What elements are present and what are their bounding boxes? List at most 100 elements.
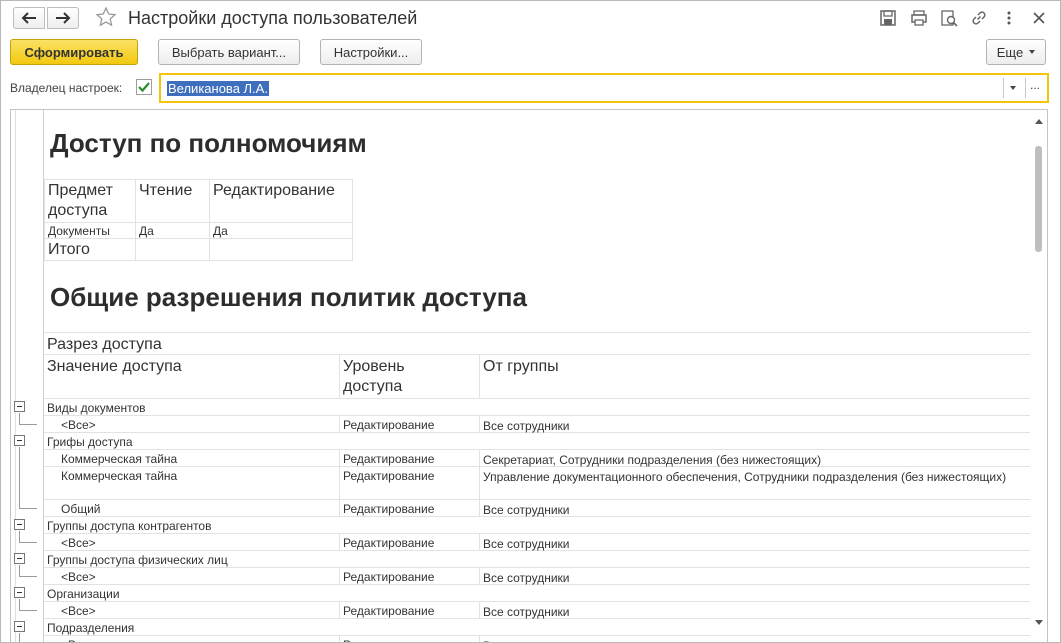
collapse-group-icon[interactable] [14,587,25,598]
chevron-down-icon [1029,50,1036,54]
settings-owner-label: Владелец настроек: [10,81,123,95]
column-divider [479,467,480,499]
table-row: <Все> Редактирование Все сотрудники [44,568,1032,585]
column-divider [339,602,340,618]
from-group: Секретариат, Сотрудники подразделения (б… [483,453,822,467]
header-cell: Редактирование [209,179,353,223]
scroll-up-arrow-icon[interactable] [1035,119,1043,124]
select-ellipsis-button[interactable]: ... [1030,78,1040,92]
table-total-row: Итого [44,238,353,261]
table-row: <Все> Редактирование Все сотрудники [44,416,1032,433]
group-row: Виды документов [44,399,1032,416]
access-level: Редактирование [343,452,435,466]
access-value: Коммерческая тайна [61,452,178,466]
table-row: Документы Да Да [44,222,353,239]
column-divider [339,450,340,466]
scroll-down-arrow-icon[interactable] [1035,620,1043,625]
policy-rows: Виды документов <Все> Редактирование Все со… [44,399,1032,642]
collapse-group-icon[interactable] [14,553,25,564]
collapse-group-icon[interactable] [14,401,25,412]
settings-owner-field[interactable]: Великанова Л.А. ... [159,73,1049,103]
header-cell: Предмет доступа [44,179,136,223]
header-line: доступа [48,202,108,219]
collapse-group-icon[interactable] [14,435,25,446]
access-value: Общий [61,502,101,516]
collapse-group-icon[interactable] [14,621,25,632]
access-level: Редактирование [343,536,435,550]
link-icon[interactable] [970,9,988,27]
more-button[interactable]: Еще [986,39,1046,65]
field-separator [1025,78,1026,98]
generate-button[interactable]: Сформировать [10,39,138,65]
group-name: Группы доступа физических лиц [47,553,228,567]
group-row: Организации [44,585,1032,602]
tree-line [19,424,37,425]
access-value: <Все> [61,604,96,618]
more-button-label: Еще [996,44,1024,60]
tree-line [19,542,37,543]
group-row: Грифы доступа [44,433,1032,450]
group-name: Грифы доступа [47,435,133,449]
header-line: доступа [343,378,403,395]
settings-button[interactable]: Настройки... [320,39,422,65]
table-cell: Да [209,222,353,239]
report-document[interactable]: Доступ по полномочиям Предмет доступа Чт… [10,109,1048,642]
column-divider [479,568,480,584]
tree-line [19,565,20,576]
column-divider [479,416,480,432]
from-group: Все сотрудники [483,419,570,433]
title-bar: Настройки доступа пользователей [1,1,1060,35]
back-button[interactable] [13,7,45,29]
column-divider [339,467,340,499]
table-cell [209,238,353,261]
vertical-scrollbar[interactable] [1030,110,1047,642]
table-group-header-row: Разрез доступа [44,332,1032,355]
favorite-star-icon[interactable] [95,6,117,28]
field-separator [1003,78,1004,98]
save-icon[interactable] [879,9,897,27]
preview-search-icon[interactable] [940,9,958,27]
forward-button[interactable] [47,7,79,29]
close-icon[interactable] [1030,9,1048,27]
dropdown-arrow-icon[interactable] [1010,86,1016,90]
access-value: <Все> [61,418,96,432]
from-group: Все сотрудники [483,605,570,619]
tree-line [19,413,20,424]
choose-variant-button[interactable]: Выбрать вариант... [158,39,300,65]
header-cell: Уровень доступа [343,357,405,397]
from-group: Все сотрудники [483,537,570,551]
policy-permissions-table: Разрез доступа Значение доступа Уровень … [44,332,1032,642]
total-label: Итого [44,238,136,261]
column-divider [479,355,480,398]
group-name: Виды документов [47,401,146,415]
header-cell: Значение доступа [47,358,182,375]
table-row: Коммерческая тайна Редактирование Управлен… [44,467,1032,500]
settings-owner-value[interactable]: Великанова Л.А. [167,81,269,96]
table-row: <Все> Редактирование Все сотрудники [44,636,1032,642]
group-name: Группы доступа контрагентов [47,519,212,533]
report-window: Настройки доступа пользователей Сформиро… [0,0,1061,643]
access-level: Редактирование [343,570,435,584]
authority-access-table: Предмет доступа Чтение Редактирование До… [44,179,353,261]
section-title-authority-access: Доступ по полномочиям [50,128,367,158]
column-divider [479,534,480,550]
section-title-policy-permissions: Общие разрешения политик доступа [50,282,527,312]
table-row: <Все> Редактирование Все сотрудники [44,602,1032,619]
settings-owner-checkbox[interactable] [136,79,152,95]
access-value: <Все> [61,536,96,550]
table-cell [135,238,210,261]
scrollbar-thumb[interactable] [1035,146,1042,252]
settings-owner-row: Владелец настроек: Великанова Л.А. ... [1,73,1060,103]
table-cell: Документы [44,222,136,239]
table-row: Общий Редактирование Все сотрудники [44,500,1032,517]
group-row: Подразделения [44,619,1032,636]
collapse-group-icon[interactable] [14,519,25,530]
more-vertical-icon[interactable] [1000,9,1018,27]
checkmark-icon [138,82,150,93]
table-cell: Да [135,222,210,239]
print-icon[interactable] [910,9,928,27]
table-header-row: Значение доступа Уровень доступа От груп… [44,355,1032,399]
access-level: Редактирование [343,604,435,618]
arrow-left-icon [21,12,36,24]
tree-line [19,633,20,642]
